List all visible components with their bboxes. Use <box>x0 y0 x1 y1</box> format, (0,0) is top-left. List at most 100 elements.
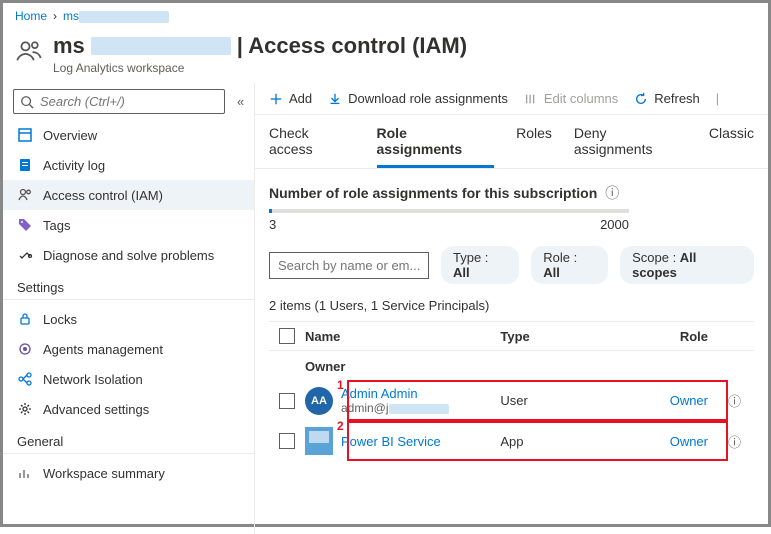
annotation-number-2: 2 <box>337 419 344 433</box>
sidebar-item-label: Access control (IAM) <box>43 188 163 203</box>
tabs: Check access Role assignments Roles Deny… <box>255 115 768 169</box>
quota-label: Number of role assignments for this subs… <box>269 185 597 201</box>
sidebar-item-advanced[interactable]: Advanced settings <box>3 394 254 424</box>
quota-max: 2000 <box>600 217 629 232</box>
tab-check-access[interactable]: Check access <box>269 125 355 168</box>
breadcrumb: Home › ms <box>3 3 768 29</box>
redacted-text <box>91 37 231 55</box>
quota-used: 3 <box>269 217 276 232</box>
sidebar-item-overview[interactable]: Overview <box>3 120 254 150</box>
tab-classic[interactable]: Classic <box>709 125 754 168</box>
sidebar-item-activity-log[interactable]: Activity log <box>3 150 254 180</box>
info-icon[interactable]: ⓘ <box>728 435 741 450</box>
sidebar-item-access-control[interactable]: Access control (IAM) <box>3 180 254 210</box>
collapse-sidebar-button[interactable]: « <box>233 90 248 113</box>
search-icon <box>20 95 34 109</box>
chevron-right-icon: › <box>53 9 57 23</box>
tab-deny-assignments[interactable]: Deny assignments <box>574 125 687 168</box>
sidebar-item-label: Overview <box>43 128 97 143</box>
filter-type[interactable]: Type : All <box>441 246 519 284</box>
table-header: Name Type Role <box>269 321 754 351</box>
filter-search-input[interactable] <box>269 252 429 279</box>
overview-icon <box>17 127 33 143</box>
sidebar-item-network[interactable]: Network Isolation <box>3 364 254 394</box>
sidebar-item-locks[interactable]: Locks <box>3 304 254 334</box>
add-button[interactable]: Add <box>269 91 312 106</box>
principal-type: User <box>500 393 622 408</box>
tab-roles[interactable]: Roles <box>516 125 552 168</box>
edit-columns-button: Edit columns <box>524 91 618 106</box>
annotation-number-1: 1 <box>337 378 344 392</box>
sidebar-item-label: Network Isolation <box>43 372 143 387</box>
refresh-button[interactable]: Refresh <box>634 91 700 106</box>
sidebar-item-label: Advanced settings <box>43 402 149 417</box>
plus-icon <box>269 92 283 106</box>
sidebar-section-settings: Settings <box>3 270 254 300</box>
sidebar-item-diagnose[interactable]: Diagnose and solve problems <box>3 240 254 270</box>
info-icon[interactable]: ⓘ <box>605 183 619 203</box>
tag-icon <box>17 217 33 233</box>
edit-label: Edit columns <box>544 91 618 106</box>
row-checkbox[interactable] <box>279 393 295 409</box>
sidebar-item-label: Activity log <box>43 158 105 173</box>
page-header: ms | Access control (IAM) Log Analytics … <box>3 29 768 83</box>
col-name[interactable]: Name <box>305 329 500 344</box>
redacted-text <box>79 11 169 23</box>
sidebar-section-general: General <box>3 424 254 454</box>
filter-row: Type : All Role : All Scope : All scopes <box>269 246 754 284</box>
items-count: 2 items (1 Users, 1 Service Principals) <box>269 298 754 313</box>
principal-email: admin@j <box>341 401 449 415</box>
title-prefix: ms <box>53 33 85 59</box>
command-bar: Add Download role assignments Edit colum… <box>255 83 768 115</box>
quota-label-row: Number of role assignments for this subs… <box>269 183 754 203</box>
sidebar-item-label: Locks <box>43 312 77 327</box>
role-link[interactable]: Owner <box>670 434 708 449</box>
log-icon <box>17 157 33 173</box>
principal-link[interactable]: Power BI Service <box>341 434 441 449</box>
people-icon <box>15 37 43 65</box>
tab-role-assignments[interactable]: Role assignments <box>377 125 495 168</box>
title-suffix: | Access control (IAM) <box>237 33 467 59</box>
breadcrumb-current[interactable]: ms <box>63 9 169 23</box>
network-icon <box>17 371 33 387</box>
download-label: Download role assignments <box>348 91 508 106</box>
col-role[interactable]: Role <box>623 329 728 344</box>
group-owner: Owner <box>269 351 754 380</box>
sidebar-item-label: Tags <box>43 218 70 233</box>
gear-icon <box>17 401 33 417</box>
sidebar-item-tags[interactable]: Tags <box>3 210 254 240</box>
lock-icon <box>17 311 33 327</box>
col-type[interactable]: Type <box>500 329 622 344</box>
search-input[interactable] <box>40 94 218 109</box>
breadcrumb-home[interactable]: Home <box>15 9 47 23</box>
sidebar-item-label: Diagnose and solve problems <box>43 248 214 263</box>
filter-scope[interactable]: Scope : All scopes <box>620 246 754 284</box>
page-subtitle: Log Analytics workspace <box>53 61 467 75</box>
redacted-text <box>389 404 449 414</box>
sidebar: « Overview Activity log Access control (… <box>3 83 255 534</box>
sidebar-item-workspace-summary[interactable]: Workspace summary <box>3 458 254 488</box>
people-icon <box>17 187 33 203</box>
sidebar-item-label: Agents management <box>43 342 163 357</box>
main-content: Add Download role assignments Edit colum… <box>255 83 768 534</box>
page-title: ms | Access control (IAM) <box>53 33 467 59</box>
agents-icon <box>17 341 33 357</box>
add-label: Add <box>289 91 312 106</box>
principal-link[interactable]: Admin Admin <box>341 386 418 401</box>
toolbar-separator: | <box>716 91 719 106</box>
refresh-label: Refresh <box>654 91 700 106</box>
sidebar-item-label: Workspace summary <box>43 466 165 481</box>
quota-bar <box>269 209 629 213</box>
principal-type: App <box>500 434 622 449</box>
role-link[interactable]: Owner <box>670 393 708 408</box>
sidebar-item-agents[interactable]: Agents management <box>3 334 254 364</box>
quota-values: 3 2000 <box>269 217 629 232</box>
info-icon[interactable]: ⓘ <box>728 394 741 409</box>
breadcrumb-current-prefix: ms <box>63 9 79 23</box>
avatar: AA <box>305 387 333 415</box>
sidebar-search[interactable] <box>13 89 225 114</box>
row-checkbox[interactable] <box>279 433 295 449</box>
filter-role[interactable]: Role : All <box>531 246 608 284</box>
select-all-checkbox[interactable] <box>279 328 295 344</box>
download-button[interactable]: Download role assignments <box>328 91 508 106</box>
